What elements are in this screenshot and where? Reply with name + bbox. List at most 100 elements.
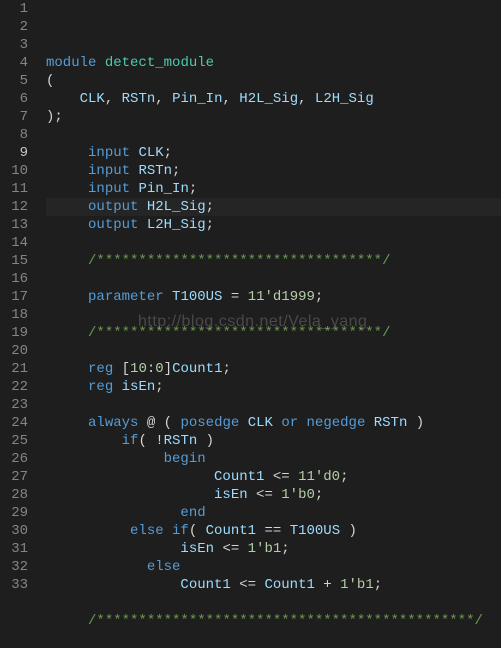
line-number: 23 xyxy=(6,396,28,414)
token-id: Pin_In xyxy=(172,91,222,107)
token-c: ; xyxy=(164,145,172,161)
token-p xyxy=(46,523,130,539)
token-c: == xyxy=(264,523,281,539)
line-number: 1 xyxy=(6,0,28,18)
token-c: ; xyxy=(223,361,231,377)
token-p xyxy=(46,433,122,449)
code-editor: 1234567891011121314151617181920212223242… xyxy=(0,0,501,599)
token-type: output xyxy=(88,217,138,233)
token-p xyxy=(46,289,88,305)
token-p xyxy=(239,415,247,431)
token-kw: else xyxy=(130,523,164,539)
token-p xyxy=(46,577,180,593)
token-c: [ xyxy=(122,361,130,377)
code-line: ); xyxy=(46,108,501,126)
token-p xyxy=(164,523,172,539)
line-number: 29 xyxy=(6,504,28,522)
token-c: ; xyxy=(172,163,180,179)
code-line: input Pin_In; xyxy=(46,180,501,198)
token-id: H2L_Sig xyxy=(239,91,298,107)
code-line xyxy=(46,342,501,360)
token-c: , xyxy=(155,91,163,107)
token-cmt: /**********************************/ xyxy=(88,325,390,341)
line-number: 33 xyxy=(6,576,28,594)
token-p: ) xyxy=(407,415,424,431)
token-p xyxy=(46,505,180,521)
code-line: /**********************************/ xyxy=(46,324,501,342)
line-number: 12 xyxy=(6,198,28,216)
code-line: output L2H_Sig; xyxy=(46,216,501,234)
token-p xyxy=(46,91,80,107)
code-line: parameter T100US = 11'd1999; xyxy=(46,288,501,306)
token-id: RSTn xyxy=(374,415,408,431)
code-line xyxy=(46,234,501,252)
code-line xyxy=(46,630,501,648)
token-p: ) xyxy=(340,523,357,539)
code-line: isEn <= 1'b0; xyxy=(46,486,501,504)
token-kw: or xyxy=(281,415,298,431)
code-line xyxy=(46,396,501,414)
code-line: module detect_module xyxy=(46,54,501,72)
token-p xyxy=(307,91,315,107)
token-id: RSTn xyxy=(138,163,172,179)
token-p xyxy=(138,217,146,233)
token-p xyxy=(46,469,214,485)
code-line: begin xyxy=(46,450,501,468)
line-number: 16 xyxy=(6,270,28,288)
code-line: /**********************************/ xyxy=(46,252,501,270)
code-line: Count1 <= Count1 + 1'b1; xyxy=(46,576,501,594)
token-c: ; xyxy=(155,379,163,395)
token-kw: parameter xyxy=(88,289,164,305)
token-p xyxy=(365,415,373,431)
line-number: 13 xyxy=(6,216,28,234)
line-number: 25 xyxy=(6,432,28,450)
token-id: isEn xyxy=(214,487,248,503)
code-line xyxy=(46,306,501,324)
token-p xyxy=(273,487,281,503)
line-number: 5 xyxy=(6,72,28,90)
line-number: 10 xyxy=(6,162,28,180)
line-number: 7 xyxy=(6,108,28,126)
token-kw: posedge xyxy=(180,415,239,431)
code-line: CLK, RSTn, Pin_In, H2L_Sig, L2H_Sig xyxy=(46,90,501,108)
token-c: , xyxy=(105,91,113,107)
line-number: 21 xyxy=(6,360,28,378)
token-type: reg xyxy=(88,361,113,377)
token-p xyxy=(164,289,172,305)
token-p: ( xyxy=(46,73,54,89)
token-type: input xyxy=(88,181,130,197)
code-line: output H2L_Sig; xyxy=(46,198,501,216)
token-num: 1'b1 xyxy=(340,577,374,593)
token-c: , xyxy=(298,91,306,107)
line-number: 31 xyxy=(6,540,28,558)
token-type: output xyxy=(88,199,138,215)
token-kw: negedge xyxy=(307,415,366,431)
line-number: 18 xyxy=(6,306,28,324)
token-p xyxy=(113,379,121,395)
token-id: isEn xyxy=(180,541,214,557)
code-area[interactable]: http://blog.csdn.net/Vela_yang module de… xyxy=(38,0,501,599)
token-p xyxy=(239,541,247,557)
code-line: /***************************************… xyxy=(46,612,501,630)
line-number: 15 xyxy=(6,252,28,270)
token-p xyxy=(46,253,88,269)
token-id: Count1 xyxy=(180,577,230,593)
token-num: 11'd1999 xyxy=(248,289,315,305)
code-line: input RSTn; xyxy=(46,162,501,180)
token-mod: detect_module xyxy=(105,55,214,71)
token-id: Count1 xyxy=(172,361,222,377)
token-type: input xyxy=(88,145,130,161)
token-id: CLK xyxy=(138,145,163,161)
token-num: 1'b0 xyxy=(281,487,315,503)
token-p xyxy=(164,91,172,107)
line-number: 8 xyxy=(6,126,28,144)
token-c: ; xyxy=(315,289,323,305)
token-kw: always xyxy=(88,415,138,431)
token-p xyxy=(96,55,104,71)
token-p xyxy=(46,199,88,215)
line-number: 6 xyxy=(6,90,28,108)
token-c: <= xyxy=(256,487,273,503)
code-line: if( !RSTn ) xyxy=(46,432,501,450)
line-number: 27 xyxy=(6,468,28,486)
token-id: Count1 xyxy=(264,577,314,593)
